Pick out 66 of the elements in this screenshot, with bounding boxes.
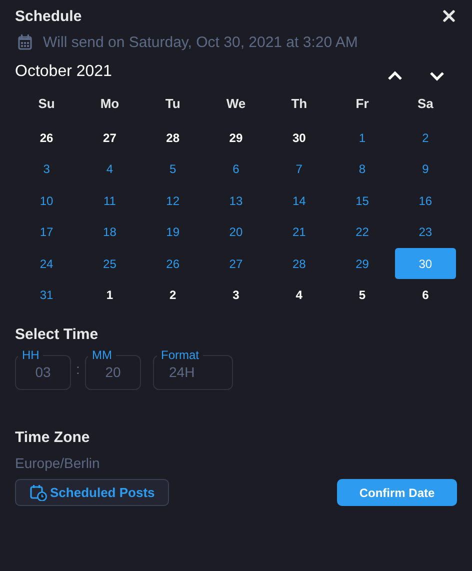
- panel-title: Schedule: [15, 8, 82, 24]
- calendar-day[interactable]: 8: [332, 154, 393, 185]
- weekday-label: Sa: [416, 94, 434, 112]
- weekday-label: Th: [290, 94, 308, 112]
- weekday-label: Su: [37, 94, 56, 112]
- calendar-day[interactable]: 6: [394, 280, 456, 311]
- calendar-day[interactable]: 3: [205, 280, 266, 311]
- calendar-day[interactable]: 12: [142, 185, 204, 216]
- calendar-day[interactable]: 19: [142, 216, 204, 248]
- calendar-day[interactable]: 6: [205, 154, 266, 185]
- close-icon[interactable]: [443, 10, 455, 22]
- weekday-label: We: [225, 94, 247, 112]
- calendar-day[interactable]: 20: [205, 216, 266, 248]
- send-summary: Will send on Saturday, Oct 30, 2021 at 3:20 AM: [43, 34, 358, 50]
- calendar-day[interactable]: 7: [268, 154, 330, 185]
- chevron-down-icon[interactable]: [429, 71, 445, 81]
- calendar-day[interactable]: 13: [205, 185, 266, 216]
- calendar-day[interactable]: 16: [394, 185, 456, 216]
- timezone-value: Europe/Berlin: [15, 455, 101, 471]
- calendar-day[interactable]: 31: [16, 280, 78, 311]
- calendar-day[interactable]: 4: [79, 154, 140, 185]
- month-label: October 2021: [15, 63, 112, 81]
- calendar-day[interactable]: 1: [79, 280, 140, 311]
- calendar-icon: [18, 34, 32, 50]
- time-separator: :: [75, 361, 81, 377]
- calendar-day[interactable]: 14: [268, 185, 330, 216]
- calendar-day[interactable]: 24: [16, 248, 78, 280]
- calendar-day[interactable]: 29: [332, 248, 393, 280]
- calendar-day[interactable]: 9: [394, 154, 456, 185]
- chevron-up-icon[interactable]: [387, 71, 403, 81]
- calendar-day[interactable]: 23: [394, 216, 456, 248]
- calendar-day[interactable]: 26: [16, 122, 78, 154]
- calendar-day[interactable]: 5: [332, 280, 393, 311]
- calendar-day[interactable]: 4: [268, 280, 330, 311]
- calendar-day[interactable]: 10: [16, 185, 78, 216]
- calendar-day[interactable]: 5: [142, 154, 204, 185]
- calendar-day[interactable]: 18: [79, 216, 140, 248]
- weekday-label: Tu: [164, 94, 182, 112]
- calendar-day[interactable]: 26: [142, 248, 204, 280]
- calendar-day[interactable]: 29: [205, 122, 266, 154]
- calendar-day[interactable]: 1: [332, 122, 393, 154]
- calendar-day[interactable]: 30: [268, 122, 330, 154]
- confirm-date-button[interactable]: Confirm Date: [337, 479, 457, 506]
- calendar-day[interactable]: 28: [142, 122, 204, 154]
- calendar-day[interactable]: 30: [394, 248, 456, 280]
- calendar-day[interactable]: 15: [332, 185, 393, 216]
- time-input[interactable]: HH 03: [15, 348, 71, 390]
- calendar-day[interactable]: 2: [142, 280, 204, 311]
- format-select[interactable]: Format 24H: [153, 348, 233, 390]
- calendar-clock-icon: [30, 484, 47, 501]
- section-heading: Select Time: [15, 326, 100, 343]
- section-heading: Time Zone: [15, 429, 91, 446]
- weekday-label: Mo: [99, 94, 120, 112]
- weekday-label: Fr: [354, 94, 370, 112]
- calendar-day[interactable]: 2: [394, 122, 456, 154]
- scheduled-posts-button[interactable]: Scheduled Posts: [15, 479, 169, 506]
- calendar-day[interactable]: 11: [79, 185, 140, 216]
- calendar-day[interactable]: 27: [79, 122, 140, 154]
- calendar-day[interactable]: 25: [79, 248, 140, 280]
- calendar-day[interactable]: 3: [16, 154, 78, 185]
- calendar-day[interactable]: 22: [332, 216, 393, 248]
- time-input[interactable]: MM 20: [85, 348, 141, 390]
- calendar-day[interactable]: 17: [16, 216, 78, 248]
- calendar-day[interactable]: 27: [205, 248, 266, 280]
- calendar-day[interactable]: 21: [268, 216, 330, 248]
- calendar-day[interactable]: 28: [268, 248, 330, 280]
